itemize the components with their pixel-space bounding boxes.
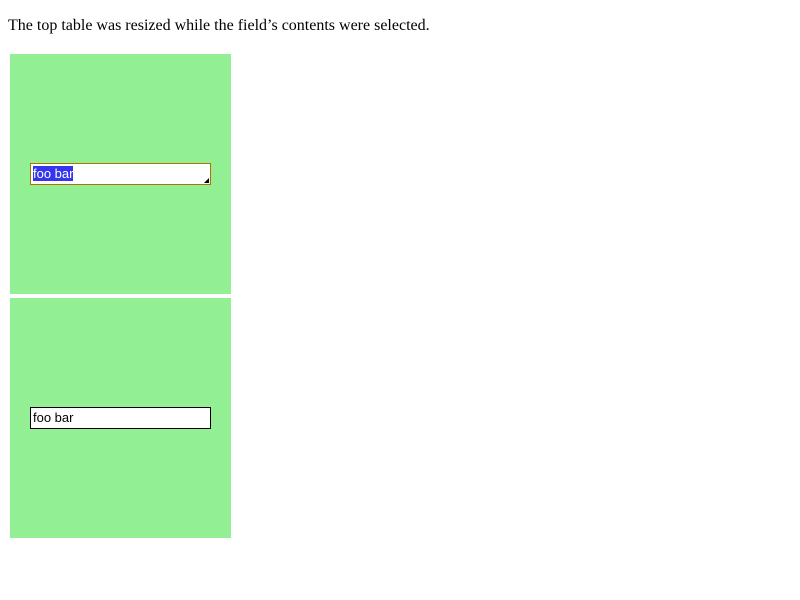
page-caption: The top table was resized while the fiel… xyxy=(8,17,430,34)
resize-grip-icon[interactable] xyxy=(204,178,209,183)
bottom-table-cell: foo bar xyxy=(10,298,231,538)
field-text: foo bar xyxy=(33,410,74,425)
top-table-cell: foo bar xyxy=(10,54,231,294)
bottom-text-field[interactable]: foo bar xyxy=(30,407,211,429)
selected-text: foo bar xyxy=(33,166,74,181)
top-text-field[interactable]: foo bar xyxy=(30,163,211,185)
